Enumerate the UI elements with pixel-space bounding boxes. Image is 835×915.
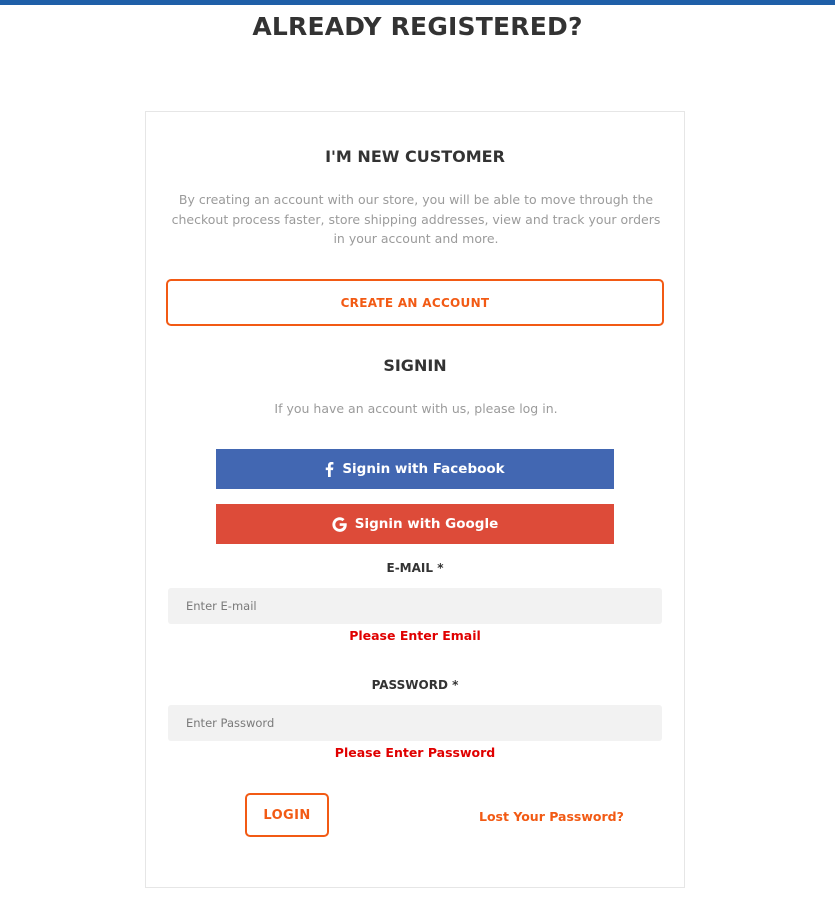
facebook-button-label: Signin with Facebook (342, 461, 505, 477)
page-title: ALREADY REGISTERED? (252, 12, 583, 41)
email-label: E-MAIL * (386, 561, 444, 575)
login-button[interactable]: LOGIN (245, 793, 329, 837)
google-icon (332, 516, 347, 532)
top-accent-bar (0, 0, 835, 5)
new-customer-description: By creating an account with our store, y… (171, 192, 661, 246)
email-input[interactable] (168, 588, 662, 624)
create-account-button[interactable]: CREATE AN ACCOUNT (166, 279, 664, 326)
google-button-label: Signin with Google (354, 516, 499, 532)
new-customer-heading: I'M NEW CUSTOMER (325, 147, 505, 166)
create-account-label: CREATE AN ACCOUNT (340, 295, 490, 310)
signin-heading: SIGNIN (383, 356, 447, 375)
signin-facebook-button[interactable]: Signin with Facebook (216, 449, 614, 489)
facebook-icon (325, 461, 334, 477)
signin-google-button[interactable]: Signin with Google (216, 504, 614, 544)
lost-password-link[interactable]: Lost Your Password? (479, 809, 624, 824)
password-input[interactable] (168, 705, 662, 741)
login-button-label: LOGIN (263, 807, 311, 823)
signin-description: If you have an account with us, please l… (274, 401, 558, 416)
login-card: I'M NEW CUSTOMER By creating an account … (145, 111, 685, 888)
password-error-message: Please Enter Password (334, 745, 496, 760)
email-error-message: Please Enter Email (349, 628, 481, 643)
password-label: PASSWORD * (371, 678, 459, 692)
